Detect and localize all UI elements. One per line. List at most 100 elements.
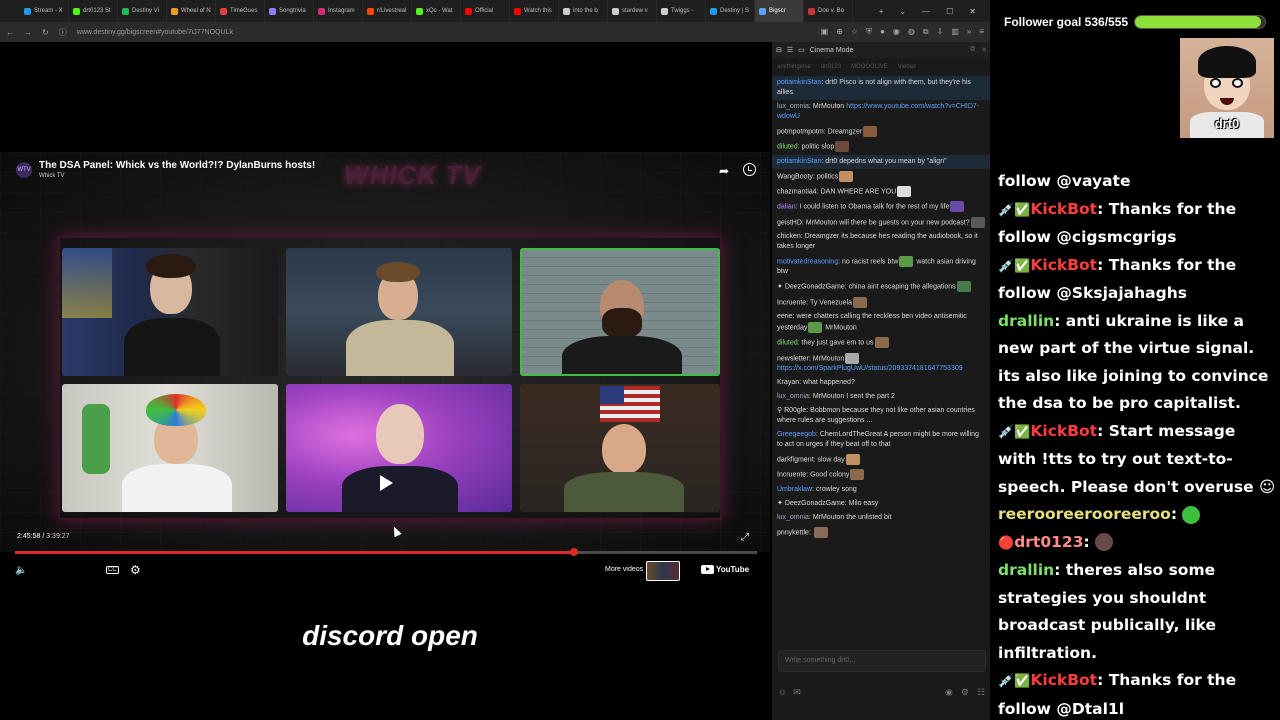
- youtube-logo[interactable]: YouTube: [701, 565, 749, 574]
- chat-link[interactable]: https://x.com/SparkPlugUwU/status/209337…: [777, 365, 963, 372]
- browser-tab[interactable]: Destiny Vi: [118, 0, 167, 22]
- browser-tab[interactable]: r/Livestreal: [363, 0, 412, 22]
- reload-icon[interactable]: ↻: [42, 28, 49, 37]
- channel-avatar[interactable]: WTV: [16, 162, 32, 178]
- share-icon[interactable]: ➦: [719, 164, 729, 178]
- browser-tab[interactable]: Destiny | S: [706, 0, 755, 22]
- browser-tab[interactable]: Watch this: [510, 0, 559, 22]
- chat-username[interactable]: diluted: [777, 144, 798, 151]
- cinema-mode-icon[interactable]: ▭: [798, 46, 805, 54]
- zoom-icon[interactable]: ⊕: [836, 27, 843, 37]
- cinema-mode-label[interactable]: Cinema Mode: [810, 47, 854, 54]
- shield-icon[interactable]: ⛨: [866, 27, 872, 37]
- video-frame[interactable]: WHICK TV: [0, 152, 770, 552]
- more-videos-thumbnail[interactable]: [646, 561, 680, 581]
- chat-username[interactable]: DeezGonadzGame: [785, 500, 845, 507]
- chat-username[interactable]: potmpotmpotm: [777, 128, 824, 135]
- browser-tab[interactable]: stardew v: [608, 0, 657, 22]
- play-icon[interactable]: [380, 475, 393, 491]
- browser-tab[interactable]: xQc - Wat: [412, 0, 461, 22]
- chat-username[interactable]: Umbraklaw: [777, 486, 812, 493]
- browser-tab[interactable]: Official: [461, 0, 510, 22]
- chat-list-icon[interactable]: ☰: [787, 46, 793, 54]
- chat-username[interactable]: Incruente: [777, 472, 806, 479]
- volume-icon[interactable]: 🔈: [15, 565, 27, 576]
- captions-icon[interactable]: CC: [106, 566, 119, 574]
- extension-icon[interactable]: ●: [880, 27, 885, 37]
- browser-tab[interactable]: Bigscr: [755, 0, 804, 22]
- chat-username[interactable]: chicken: [777, 233, 801, 240]
- chat-username[interactable]: dalian: [777, 204, 796, 211]
- browser-tab[interactable]: Wheel of N: [167, 0, 216, 22]
- browser-tab[interactable]: into the b: [559, 0, 608, 22]
- chat-username[interactable]: chazmantia4: [777, 188, 817, 195]
- sidebar-icon[interactable]: ▥: [951, 27, 959, 37]
- chat-username[interactable]: R00gle: [784, 407, 806, 414]
- settings-gear-icon[interactable]: ⚙: [130, 563, 141, 577]
- chat-collapse-icon[interactable]: ⊟: [776, 46, 782, 54]
- new-tab-button[interactable]: +: [879, 7, 884, 16]
- chat-username[interactable]: eerie: [777, 313, 793, 320]
- emote-picker-icon[interactable]: ☺: [778, 687, 787, 697]
- profile-icon[interactable]: ◍: [908, 27, 915, 37]
- browser-tab[interactable]: TimeGues: [216, 0, 265, 22]
- chat-close-icon[interactable]: ✕: [981, 46, 987, 54]
- chat-username[interactable]: darkfigment: [777, 456, 814, 463]
- screenshot-icon[interactable]: ▣: [821, 27, 829, 37]
- overflow-icon[interactable]: »: [967, 27, 971, 37]
- forward-icon[interactable]: →: [24, 28, 32, 37]
- puzzle-icon[interactable]: ⧉: [923, 27, 929, 37]
- minimize-button[interactable]: —: [922, 7, 930, 16]
- chat-username[interactable]: lux_omnia: [777, 103, 809, 110]
- chat-tab[interactable]: MOOOOLIVE: [851, 64, 888, 70]
- users-icon[interactable]: ☷: [977, 687, 985, 698]
- more-videos-label[interactable]: More videos: [605, 566, 643, 573]
- chat-username[interactable]: DeezGonadzGame: [785, 284, 845, 291]
- browser-tab[interactable]: Stream - X: [20, 0, 69, 22]
- video-title[interactable]: The DSA Panel: Whick vs the World?!? Dyl…: [39, 160, 315, 171]
- progress-bar[interactable]: [15, 548, 757, 556]
- chat-username[interactable]: WangBooty: [777, 173, 813, 180]
- visibility-icon[interactable]: ◉: [945, 687, 953, 698]
- progress-scrubber[interactable]: [570, 548, 579, 556]
- download-icon[interactable]: ⇩: [937, 27, 944, 37]
- browser-tab[interactable]: Songtrivia: [265, 0, 314, 22]
- chat-username[interactable]: Greegeegob: [777, 431, 816, 438]
- browser-tab[interactable]: drt0123 St: [69, 0, 118, 22]
- chat-username[interactable]: motivatedreasoning: [777, 258, 838, 265]
- chat-username[interactable]: pnnykettle: [777, 529, 809, 536]
- chat-username[interactable]: diluted: [777, 340, 798, 347]
- bookmark-star-icon[interactable]: ☆: [851, 27, 858, 37]
- chat-tab[interactable]: Viebax: [898, 64, 916, 70]
- fullscreen-icon[interactable]: ⤢: [741, 532, 749, 543]
- url-field[interactable]: www.destiny.gg/bigscreen#youtube/7iJ77NO…: [77, 29, 811, 36]
- color-icon[interactable]: ◉: [893, 27, 900, 37]
- back-icon[interactable]: ←: [6, 28, 14, 37]
- chat-input[interactable]: Write something drt0...: [778, 650, 986, 672]
- chat-log[interactable]: potiamkinStan: drt0 Pisco is not align w…: [772, 76, 991, 656]
- browser-tab[interactable]: Twiggs -: [657, 0, 706, 22]
- tab-list-button[interactable]: ⌄: [899, 7, 906, 16]
- chat-username[interactable]: Incruente: [777, 299, 806, 306]
- browser-tab[interactable]: Instagram: [314, 0, 363, 22]
- watch-later-icon[interactable]: [743, 163, 756, 176]
- chat-username[interactable]: Krayan: [777, 379, 799, 386]
- maximize-button[interactable]: ☐: [946, 7, 953, 16]
- chat-username[interactable]: lux_omnia: [777, 514, 809, 521]
- chat-username[interactable]: geistHD: [777, 219, 802, 226]
- popout-icon[interactable]: ⧉: [970, 46, 975, 54]
- channel-name[interactable]: Whick TV: [39, 173, 65, 179]
- video-player[interactable]: WHICK TV WTV The DSA Panel: Whick vs the…: [0, 42, 770, 590]
- chat-username[interactable]: potiamkinStan: [777, 158, 821, 165]
- chat-username[interactable]: lux_omnia: [777, 393, 809, 400]
- browser-tab[interactable]: Doe v. Bo: [804, 0, 853, 22]
- chat-tab[interactable]: anythingelse: [777, 64, 811, 70]
- chat-username[interactable]: potiamkinStan: [777, 79, 821, 86]
- close-window-button[interactable]: ✕: [969, 7, 976, 16]
- whisper-icon[interactable]: ✉: [793, 687, 801, 698]
- chat-settings-icon[interactable]: ⚙: [961, 687, 969, 698]
- chat-username[interactable]: newsletter: [777, 355, 809, 362]
- site-info-icon[interactable]: ⓘ: [59, 27, 67, 38]
- menu-icon[interactable]: ≡: [979, 27, 984, 37]
- chat-tab[interactable]: drt0123: [821, 64, 841, 70]
